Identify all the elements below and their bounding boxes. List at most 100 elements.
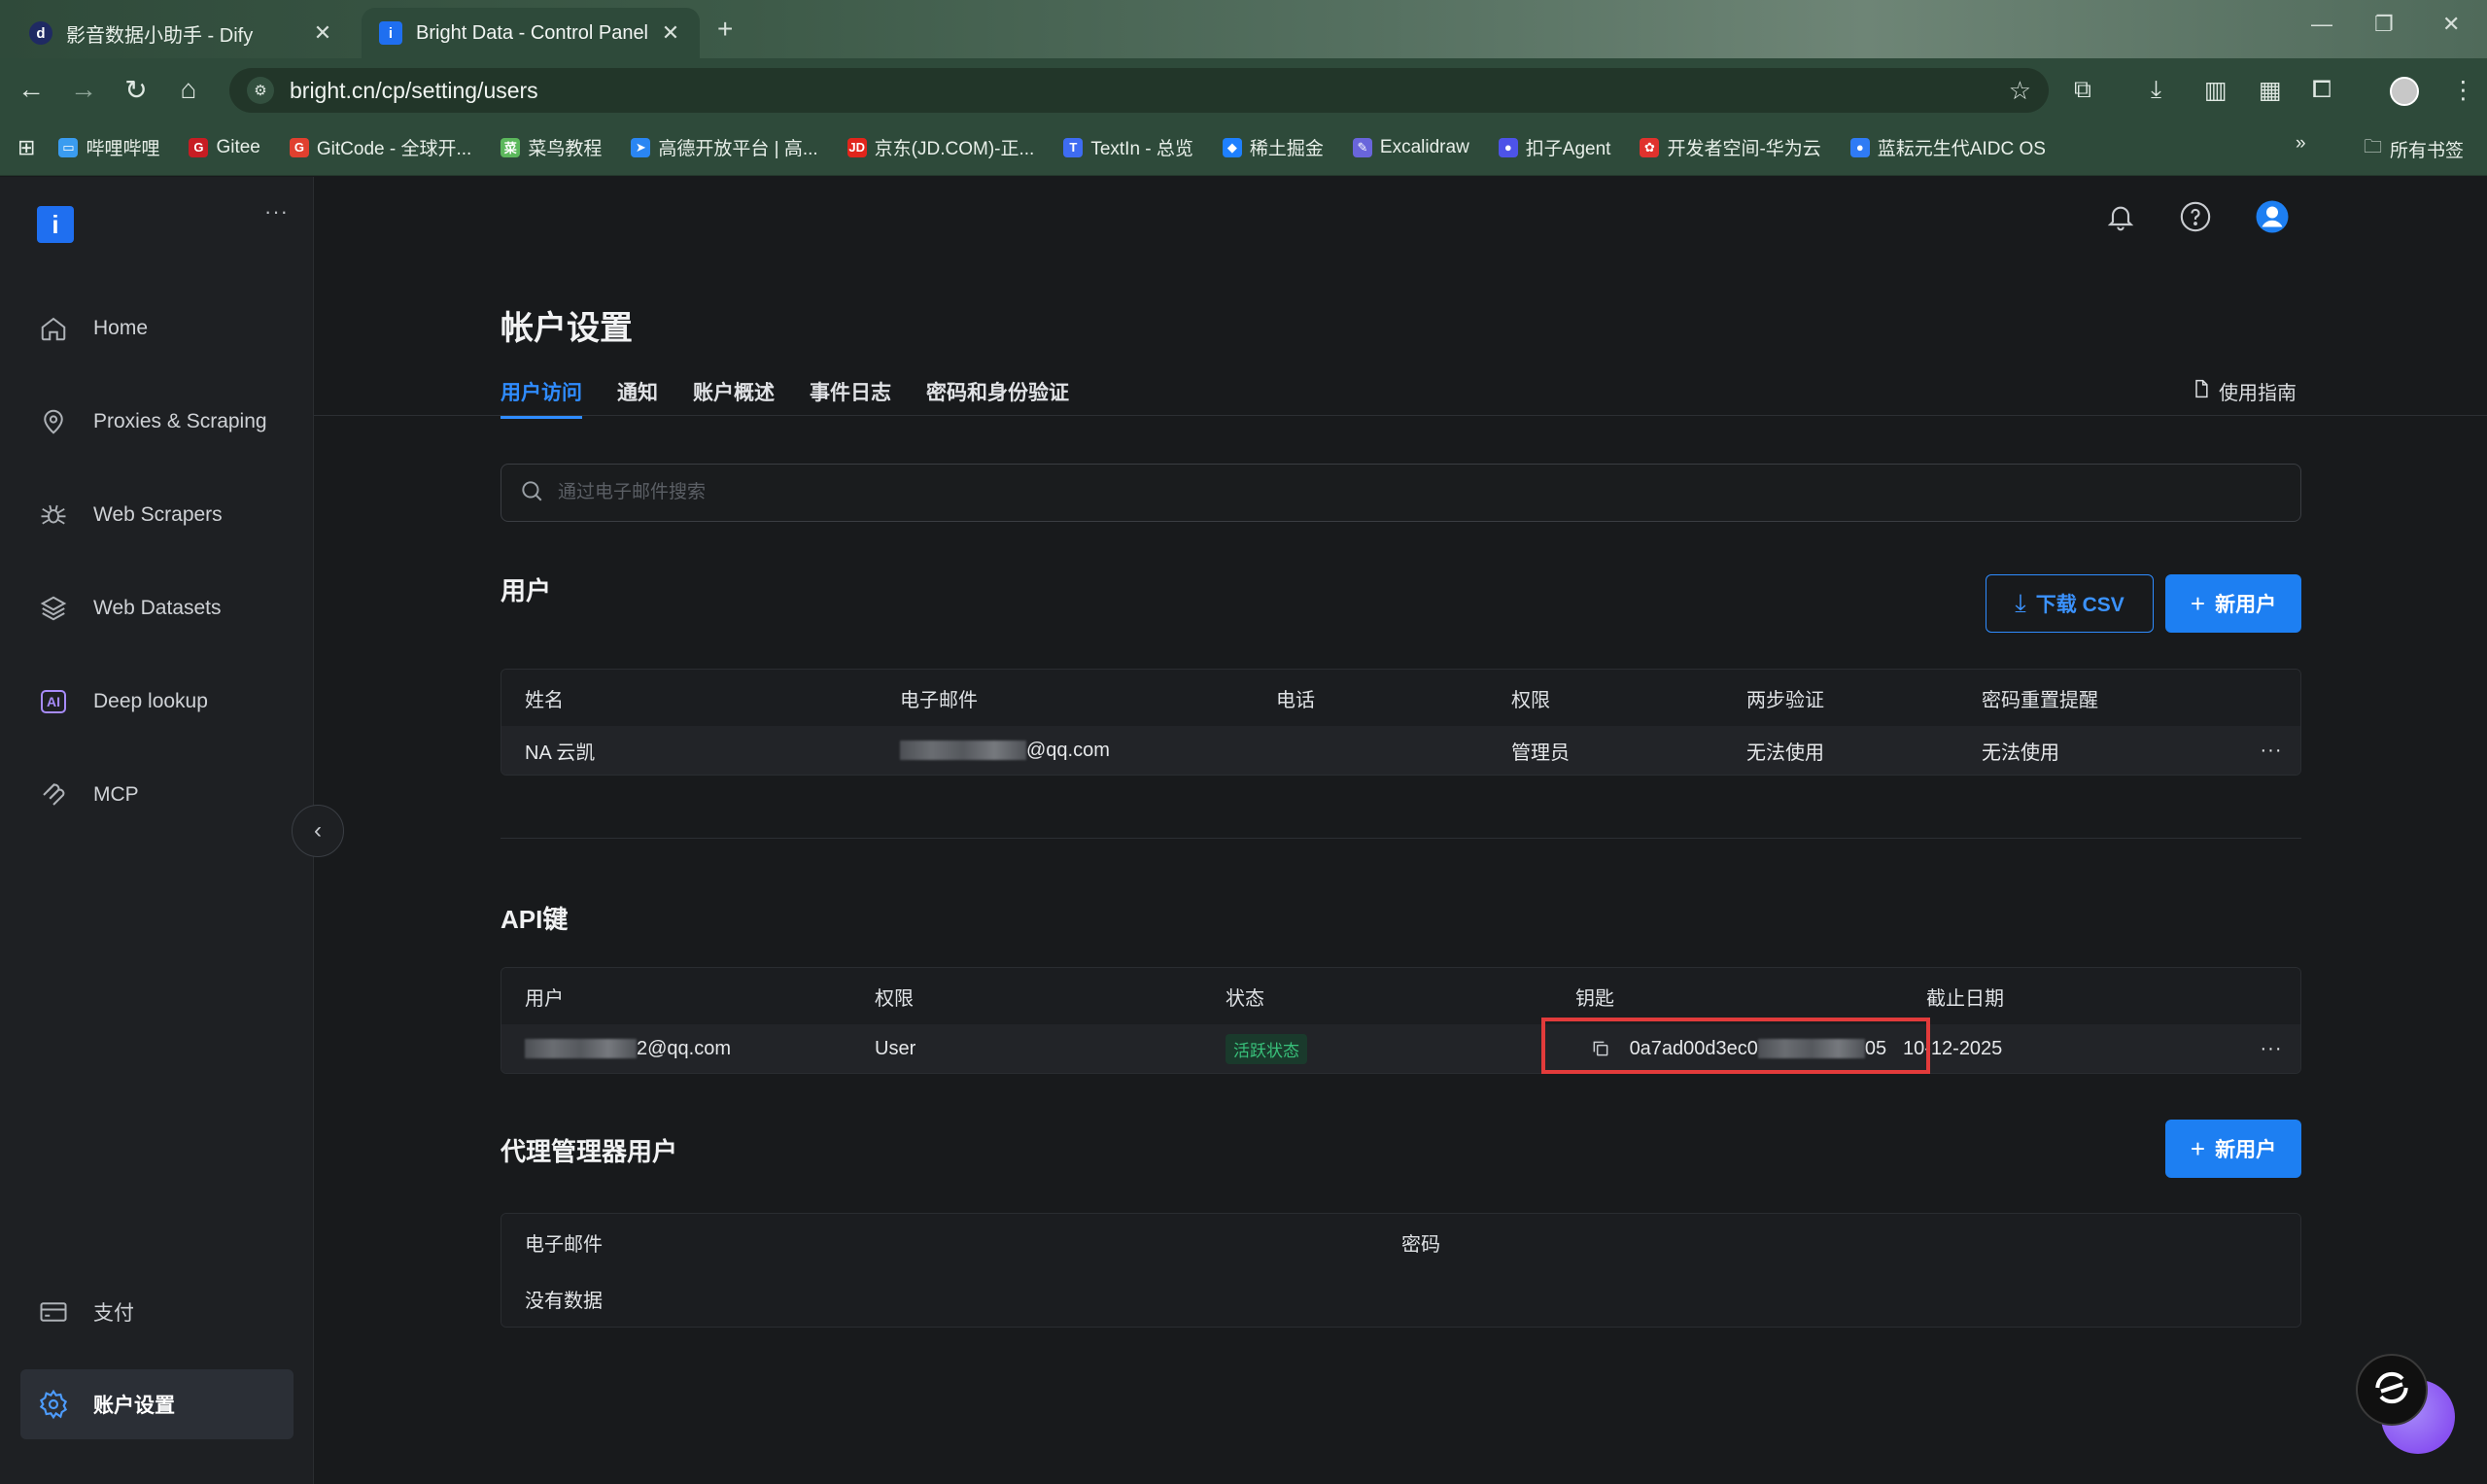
tab-user-access[interactable]: 用户访问 [501,377,582,419]
sidebar-item-proxies[interactable]: Proxies & Scraping [37,402,267,441]
sidebar-item-deep-lookup[interactable]: AI Deep lookup [37,682,208,721]
table-header-row: 电子邮件 密码 [501,1214,2300,1270]
row-more-icon[interactable]: ··· [2240,726,2300,775]
table-row[interactable]: NA 云凯 @qq.com 管理员 无法使用 无法使用 ··· [501,726,2300,775]
column-header: 权限 [1488,670,1723,726]
status-badge: 活跃状态 [1226,1033,1307,1064]
help-icon[interactable] [2178,199,2213,234]
restore-icon[interactable]: ❐ [2374,12,2394,37]
bookmark-item[interactable]: ▭ 哔哩哔哩 [58,134,159,160]
plus-icon: + [2190,588,2206,618]
tab-account-overview[interactable]: 账户概述 [693,377,775,419]
close-tab-icon[interactable]: ✕ [659,20,682,46]
user-avatar-icon[interactable] [2255,199,2290,234]
minimize-icon[interactable]: — [2311,12,2332,37]
gear-icon [37,1388,70,1421]
sidebar-item-payment[interactable]: 支付 [37,1293,134,1331]
url-text[interactable]: bright.cn/cp/setting/users [290,78,2009,104]
redacted-text [900,741,1026,761]
extensions-icon[interactable]: ⧉ [2074,76,2091,104]
back-icon[interactable]: ← [14,74,49,105]
home-browser-icon[interactable]: ⌂ [171,74,206,105]
mcp-icon [37,778,70,811]
document-icon [2192,378,2211,405]
collapse-sidebar-button[interactable]: ‹ [292,805,344,857]
column-header: 电话 [1253,670,1488,726]
spider-icon [37,499,70,532]
forward-icon[interactable]: → [66,74,101,105]
bookmark-item[interactable]: ● 扣子Agent [1498,134,1610,160]
add-proxy-user-button[interactable]: + 新用户 [2165,1120,2301,1178]
bookmark-item[interactable]: JD 京东(JD.COM)-正... [846,134,1034,160]
proxy-users-heading: 代理管理器用户 [501,1137,678,1166]
column-header: 电子邮件 [877,670,1253,726]
tab-password-auth[interactable]: 密码和身份验证 [926,377,1069,419]
reload-icon[interactable]: ↻ [119,74,154,106]
notifications-bell-icon[interactable] [2103,199,2138,234]
new-tab-icon[interactable]: + [717,14,733,45]
site-info-icon[interactable]: ⚙ [247,77,274,104]
download-icon[interactable]: ⤓ [2151,76,2161,104]
bookmark-item[interactable]: ➤ 高德开放平台 | 高... [631,134,818,160]
reading-mode-icon[interactable]: ▥ [2204,76,2228,105]
download-csv-button[interactable]: ⤓ 下载 CSV [1986,574,2154,633]
profile-avatar[interactable] [2390,77,2419,106]
chevron-left-icon: ‹ [314,817,322,844]
bookmark-star-icon[interactable]: ☆ [2009,76,2031,106]
bookmark-item[interactable]: ✿ 开发者空间-华为云 [1640,134,1821,160]
bookmarks-bar: ⊞ ▭ 哔哩哔哩 G Gitee G GitCode - 全球开... 菜菜鸟教程 ➤… [0,120,2487,176]
sidebar-item-web-scrapers[interactable]: Web Scrapers [37,496,223,535]
location-pin-icon [37,405,70,438]
api-key-status: 活跃状态 [1202,1024,1552,1073]
omnibox[interactable]: ⚙ bright.cn/cp/setting/users ☆ [229,68,2049,113]
tab-title: 影音数据小助手 - Dify [66,24,254,47]
api-keys-heading: API键 [501,905,569,934]
sync-icon [2370,1366,2413,1414]
sidebar-more-icon[interactable]: ··· [264,199,289,224]
add-user-button[interactable]: + 新用户 [2165,574,2301,633]
sidebar-item-home[interactable]: Home [37,309,148,348]
more-bookmarks-icon[interactable]: » [2296,133,2306,155]
tab-event-log[interactable]: 事件日志 [810,377,891,419]
bookmark-item[interactable]: ◆ 稀土掘金 [1222,134,1324,160]
card-icon [37,1295,70,1329]
sidebar-item-label: MCP [93,783,139,806]
users-heading: 用户 [501,576,552,605]
close-tab-icon[interactable]: ✕ [311,20,334,46]
bookmark-item[interactable]: G GitCode - 全球开... [289,134,471,160]
proxy-users-table: 电子邮件 密码 没有数据 [501,1213,2301,1328]
ai-icon: AI [37,685,70,718]
browser-tab-brightdata[interactable]: i Bright Data - Control Panel ✕ [362,8,700,58]
page-title: 帐户设置 [501,310,633,347]
brightdata-icon: i [379,21,402,45]
bookmark-item[interactable]: T TextIn - 总览 [1063,134,1193,160]
bookmark-item[interactable]: 菜菜鸟教程 [501,134,602,160]
email-search-box[interactable] [501,464,2301,522]
sidebar-item-mcp[interactable]: MCP [37,776,139,814]
bookmark-item[interactable]: G Gitee [189,137,260,158]
browser-tab-dify[interactable]: d 影音数据小助手 - Dify ✕ [12,8,352,58]
qr-icon[interactable]: ▦ [2259,76,2282,105]
layers-icon [37,592,70,625]
usage-guide-link[interactable]: 使用指南 [2192,377,2297,405]
screenshot-icon[interactable]: ⧠ [2312,76,2332,104]
table-row[interactable]: 2@qq.com User 活跃状态 0a7ad00d3ec0 05 10-12-… [501,1024,2300,1073]
section-divider [501,838,2301,839]
empty-row: 没有数据 [501,1270,2300,1327]
browser-menu-icon[interactable]: ⋮ [2451,76,2475,105]
window-close-icon[interactable]: ✕ [2442,12,2460,37]
user-role: 管理员 [1488,726,1723,775]
bookmark-item[interactable]: ● 蓝耘元生代AIDC OS [1849,134,2046,160]
bookmark-item[interactable]: ✎ Excalidraw [1352,137,1469,158]
sidebar-item-web-datasets[interactable]: Web Datasets [37,589,222,628]
sidebar-item-account-settings[interactable]: 账户设置 [20,1369,294,1439]
all-bookmarks[interactable]: 🗀 所有书签 [2364,133,2464,164]
search-input[interactable] [558,482,2300,503]
row-more-icon[interactable]: ··· [2240,1024,2300,1073]
brightdata-logo[interactable]: i [37,206,74,243]
user-email: @qq.com [877,726,1253,775]
tab-notifications[interactable]: 通知 [617,377,658,419]
sidebar-item-label: Deep lookup [93,690,208,712]
floating-assistant-button[interactable] [2356,1354,2428,1426]
apps-icon[interactable]: ⊞ [17,135,35,160]
